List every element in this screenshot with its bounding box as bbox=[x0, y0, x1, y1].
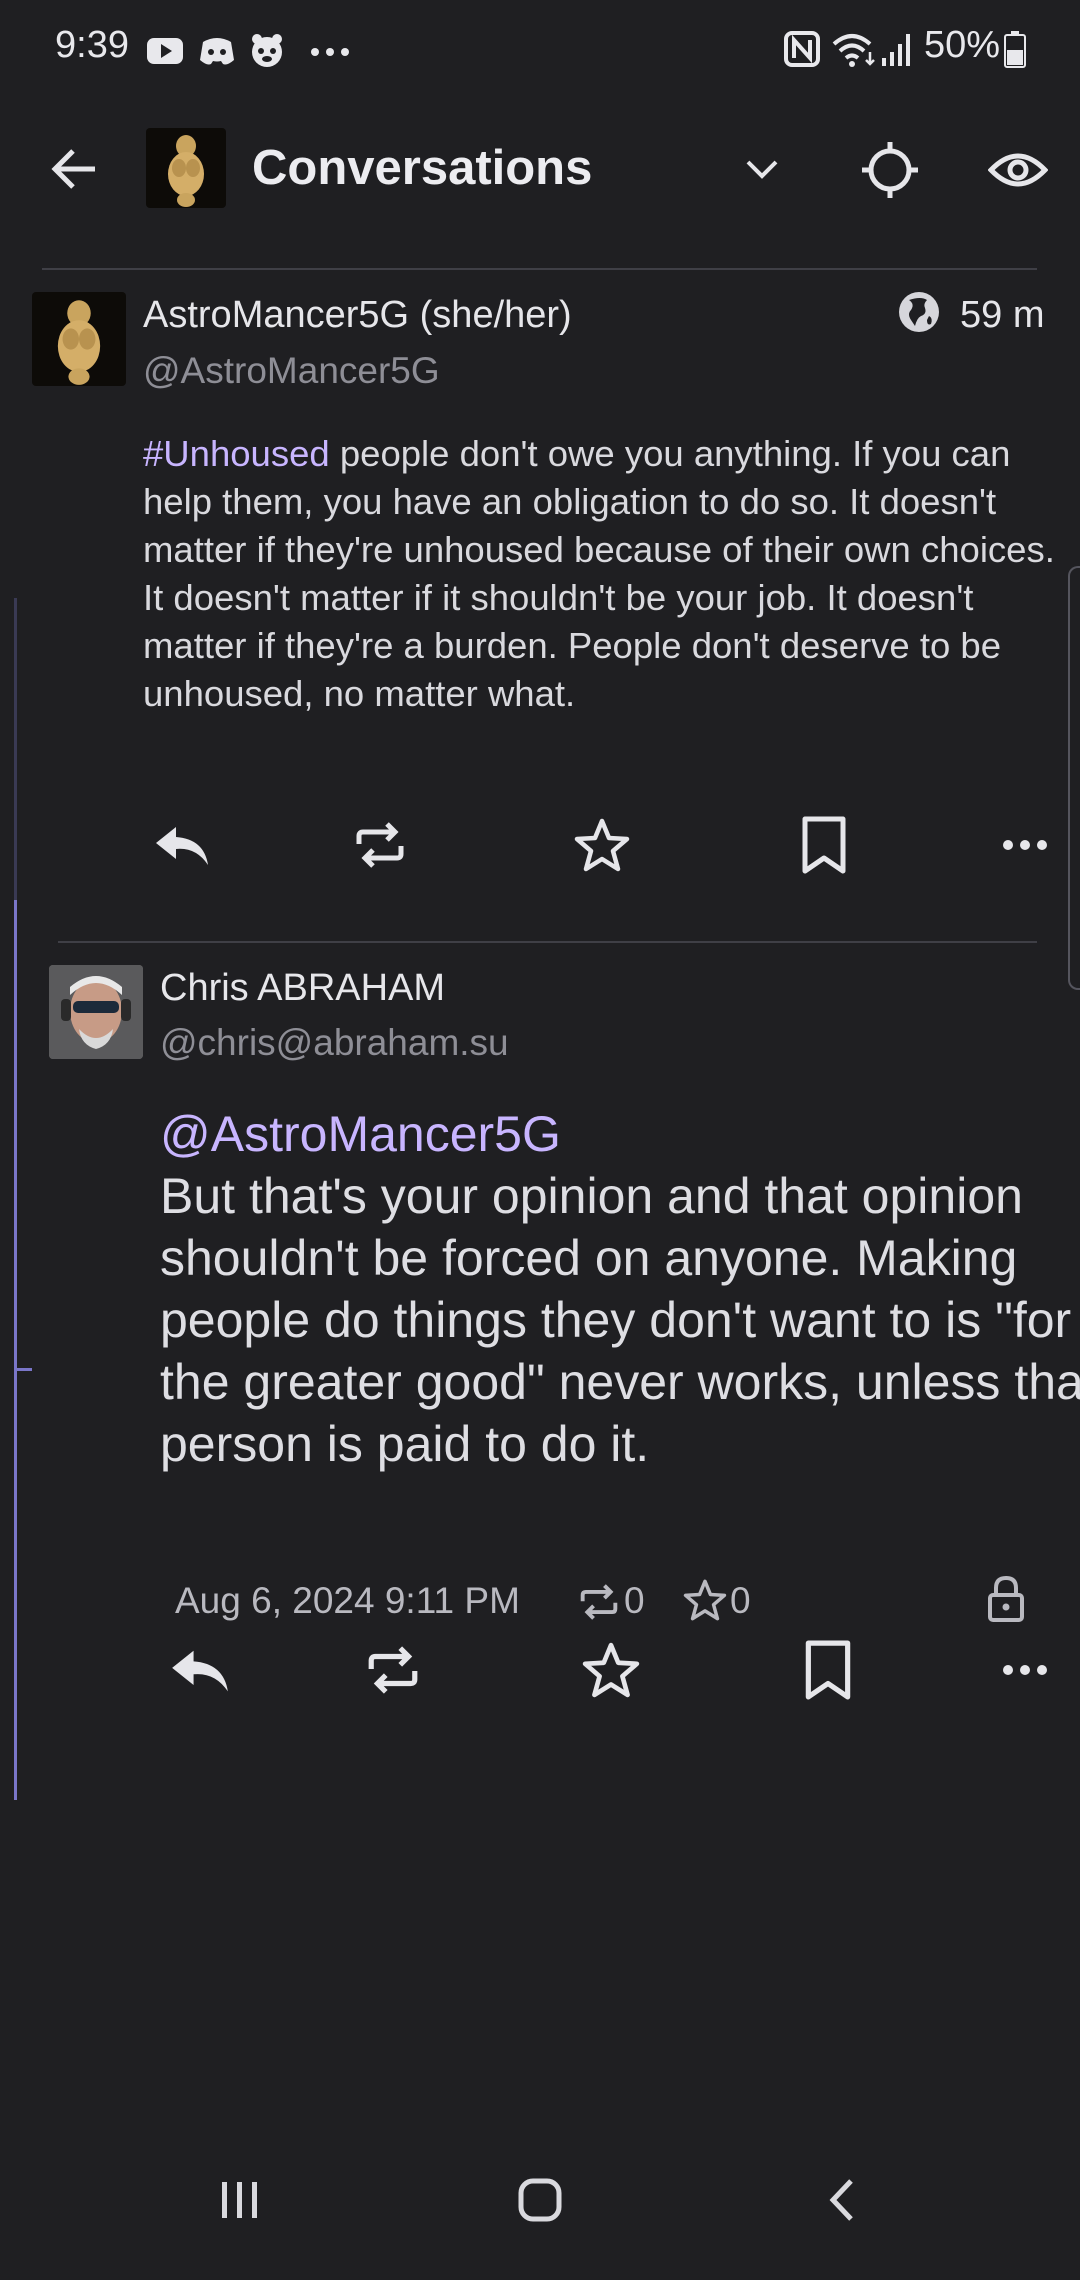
favourite-icon bbox=[574, 818, 630, 872]
boost-icon bbox=[368, 1646, 418, 1694]
back-arrow-icon bbox=[51, 149, 95, 189]
recents-button[interactable] bbox=[200, 2160, 280, 2240]
more-button[interactable] bbox=[985, 1635, 1065, 1705]
boost-button[interactable] bbox=[353, 1635, 433, 1705]
bookmark-icon bbox=[802, 816, 846, 874]
more-icon bbox=[1003, 840, 1047, 850]
hashtag-link[interactable]: #Unhoused bbox=[143, 433, 330, 474]
favourite-button[interactable] bbox=[571, 1635, 651, 1705]
recents-icon bbox=[222, 2182, 257, 2218]
boost-icon bbox=[356, 822, 404, 868]
bookmark-button[interactable] bbox=[784, 810, 864, 880]
post-content: #Unhoused people don't owe you anything.… bbox=[143, 430, 1073, 718]
more-button[interactable] bbox=[985, 810, 1065, 880]
post-timestamp: Aug 6, 2024 9:11 PM bbox=[175, 1580, 520, 1621]
signal-icon bbox=[880, 30, 914, 68]
eye-icon bbox=[988, 153, 1048, 187]
handle[interactable]: @AstroMancer5G bbox=[143, 350, 440, 392]
handle[interactable]: @chris@abraham.su bbox=[160, 1022, 509, 1064]
status-post[interactable]: AstroMancer5G (she/her) @AstroMancer5G 5… bbox=[0, 270, 1080, 930]
reply-icon bbox=[156, 827, 208, 865]
post-body: But that's your opinion and that opinion… bbox=[160, 1168, 1080, 1472]
lock-icon bbox=[987, 1575, 1025, 1623]
boost-count-icon bbox=[578, 1581, 620, 1623]
discord-icon bbox=[197, 30, 237, 70]
display-name[interactable]: Chris ABRAHAM bbox=[160, 967, 445, 1010]
page-title: Conversations bbox=[252, 141, 593, 195]
home-button[interactable] bbox=[500, 2160, 580, 2240]
home-icon bbox=[518, 2178, 562, 2222]
bookmark-icon bbox=[805, 1640, 851, 1700]
bookmark-button[interactable] bbox=[788, 1635, 868, 1705]
system-back-button[interactable] bbox=[802, 2160, 882, 2240]
reply-button[interactable] bbox=[142, 810, 222, 880]
nfc-icon bbox=[783, 30, 821, 68]
reply-icon bbox=[172, 1650, 228, 1692]
back-button[interactable] bbox=[40, 140, 110, 198]
avatar[interactable] bbox=[49, 965, 143, 1059]
locate-button[interactable] bbox=[855, 135, 925, 205]
relative-time: 59 m bbox=[960, 294, 1045, 336]
title-dropdown-button[interactable] bbox=[730, 140, 794, 198]
chevron-down-icon bbox=[746, 160, 778, 179]
more-icon bbox=[1003, 1665, 1047, 1675]
favourite-count-icon bbox=[683, 1579, 727, 1621]
status-post-focused[interactable]: Chris ABRAHAM @chris@abraham.su @AstroMa… bbox=[0, 945, 1080, 1745]
divider bbox=[58, 941, 1037, 943]
reply-button[interactable] bbox=[160, 1635, 240, 1705]
back-icon bbox=[829, 2179, 853, 2221]
youtube-icon bbox=[145, 30, 185, 70]
avatar[interactable] bbox=[32, 292, 126, 386]
battery-percent: 50% bbox=[924, 24, 1001, 66]
post-content: @AstroMancer5G But that's your opinion a… bbox=[160, 1103, 1080, 1475]
mastodon-icon bbox=[247, 30, 287, 70]
favourite-count: 0 bbox=[730, 1580, 751, 1621]
boost-button[interactable] bbox=[340, 810, 420, 880]
boost-count: 0 bbox=[624, 1580, 645, 1621]
account-avatar[interactable] bbox=[146, 128, 226, 208]
mention-link[interactable]: @AstroMancer5G bbox=[160, 1103, 1080, 1165]
visibility-toggle-button[interactable] bbox=[983, 140, 1053, 200]
favourite-icon bbox=[582, 1642, 640, 1698]
display-name[interactable]: AstroMancer5G (she/her) bbox=[143, 294, 572, 337]
battery-icon bbox=[1003, 30, 1027, 68]
globe-icon bbox=[897, 290, 941, 334]
status-time: 9:39 bbox=[55, 24, 129, 66]
favourite-button[interactable] bbox=[562, 810, 642, 880]
post-body: people don't owe you anything. If you ca… bbox=[143, 433, 1055, 714]
more-dots-icon bbox=[310, 47, 350, 57]
wifi-icon bbox=[830, 30, 876, 70]
system-nav-bar bbox=[0, 2130, 1080, 2280]
crosshair-icon bbox=[862, 142, 918, 198]
